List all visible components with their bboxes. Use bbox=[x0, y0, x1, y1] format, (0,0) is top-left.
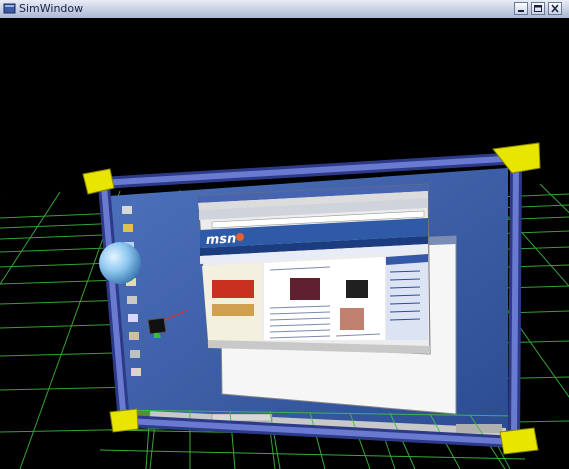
maximize-button[interactable] bbox=[531, 2, 545, 15]
cursor-cube[interactable] bbox=[147, 317, 167, 335]
maximize-icon bbox=[534, 5, 542, 12]
corner-handle-top-right[interactable] bbox=[492, 142, 541, 174]
minimize-icon bbox=[518, 10, 524, 12]
title-bar[interactable]: SimWindow bbox=[0, 0, 569, 19]
sphere-handle[interactable] bbox=[99, 242, 141, 284]
taskbar-task[interactable] bbox=[211, 413, 273, 422]
close-button[interactable] bbox=[548, 2, 562, 15]
msn-logo: msn bbox=[205, 231, 236, 248]
msn-feature-photo bbox=[290, 278, 320, 300]
cursor-axis-marker bbox=[154, 333, 159, 338]
app-icon bbox=[3, 3, 16, 14]
close-icon bbox=[551, 4, 559, 13]
msn-butterfly-icon bbox=[236, 233, 244, 241]
minimize-button[interactable] bbox=[514, 2, 528, 15]
msn-promo-image bbox=[212, 280, 254, 298]
msn-left-column bbox=[202, 263, 262, 340]
corner-handle-bottom-left[interactable] bbox=[109, 408, 139, 433]
msn-right-sidebar bbox=[386, 254, 428, 340]
browser-window[interactable]: msn bbox=[197, 183, 431, 355]
sim-window: SimWindow msn bbox=[0, 0, 569, 469]
3d-viewport[interactable]: msn bbox=[0, 18, 569, 469]
scene-canvas[interactable]: msn bbox=[0, 18, 569, 469]
msn-promo-image-2 bbox=[212, 304, 254, 316]
msn-feature-photo-2 bbox=[340, 308, 364, 330]
window-title: SimWindow bbox=[19, 2, 84, 15]
msn-dark-photo bbox=[346, 280, 368, 298]
corner-handle-bottom-right[interactable] bbox=[499, 427, 539, 455]
